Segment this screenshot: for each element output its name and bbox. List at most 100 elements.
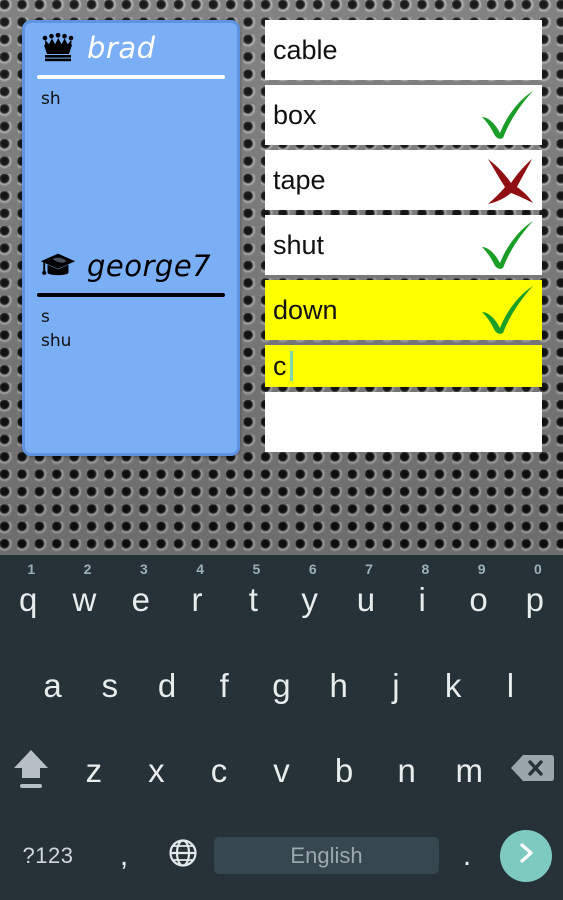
app-root: brad sh george7 s shu cable box tape shu…: [0, 0, 563, 900]
key-d[interactable]: d: [138, 643, 195, 728]
key-label: a: [43, 666, 62, 704]
key-c[interactable]: c: [188, 728, 251, 813]
word-input-row[interactable]: c: [265, 345, 542, 387]
symbols-label: ?123: [22, 842, 74, 868]
key-label: n: [397, 751, 416, 789]
guess-item: s: [41, 307, 50, 327]
keyboard-row-2: a s d f g h j k l: [0, 643, 563, 728]
shift-key[interactable]: [0, 728, 63, 813]
key-label: d: [157, 666, 177, 704]
key-i[interactable]: 8 i: [394, 557, 450, 643]
word-row[interactable]: box: [265, 85, 542, 145]
word-text: cable: [273, 34, 338, 65]
cross-icon: [476, 153, 538, 207]
word-text: shut: [273, 229, 325, 260]
key-j[interactable]: j: [367, 643, 424, 728]
key-label: i: [418, 581, 426, 618]
space-key[interactable]: English: [214, 837, 439, 874]
guess-item: shu: [41, 331, 72, 352]
player-header: george7: [35, 241, 227, 291]
key-e[interactable]: 3 e: [113, 557, 169, 643]
key-y[interactable]: 6 y: [281, 557, 337, 643]
word-row[interactable]: tape: [265, 150, 542, 210]
player-guesses: sh: [35, 79, 227, 111]
player-name: george7: [87, 249, 212, 283]
guess-item: sh: [41, 89, 61, 109]
word-row-highlighted[interactable]: down: [265, 280, 542, 340]
key-f[interactable]: f: [196, 643, 253, 728]
check-icon: [476, 283, 538, 337]
key-k[interactable]: k: [425, 643, 482, 728]
key-o[interactable]: 9 o: [450, 557, 506, 643]
key-n[interactable]: n: [375, 728, 438, 813]
key-w[interactable]: 2 w: [56, 557, 112, 643]
key-label: v: [273, 751, 290, 789]
key-r[interactable]: 4 r: [169, 557, 225, 643]
key-u[interactable]: 7 u: [338, 557, 394, 643]
word-text: box: [273, 99, 317, 130]
key-l[interactable]: l: [482, 643, 539, 728]
key-x[interactable]: x: [125, 728, 188, 813]
key-label: t: [248, 581, 258, 618]
key-label: s: [101, 666, 119, 704]
key-q[interactable]: 1 q: [0, 557, 56, 643]
key-label: w: [72, 581, 97, 618]
row-spacer: [0, 643, 24, 728]
key-a[interactable]: a: [24, 643, 81, 728]
key-p[interactable]: 0 p: [507, 557, 563, 643]
word-text: tape: [273, 164, 326, 195]
key-b[interactable]: b: [313, 728, 376, 813]
language-key[interactable]: [152, 838, 214, 873]
key-hint: 6: [308, 561, 317, 577]
key-label: z: [85, 751, 103, 789]
key-hint: 4: [196, 561, 205, 577]
word-row[interactable]: shut: [265, 215, 542, 275]
key-label: x: [148, 751, 165, 789]
period-key[interactable]: .: [439, 839, 495, 873]
word-row-empty[interactable]: [265, 392, 542, 452]
key-z[interactable]: z: [63, 728, 126, 813]
period-label: .: [462, 838, 472, 872]
graduation-cap-icon: [39, 249, 77, 283]
key-hint: 7: [365, 561, 373, 577]
check-icon: [476, 218, 538, 272]
key-hint: 5: [252, 561, 261, 577]
key-hint: 9: [477, 561, 486, 577]
enter-button[interactable]: [500, 829, 552, 882]
key-m[interactable]: m: [438, 728, 501, 813]
chevron-right-icon: [514, 840, 538, 871]
backspace-icon: [509, 751, 555, 790]
text-caret: [289, 351, 293, 381]
key-label: f: [219, 666, 229, 704]
key-t[interactable]: 5 t: [225, 557, 281, 643]
key-label: u: [356, 581, 376, 618]
key-g[interactable]: g: [253, 643, 310, 728]
key-hint: 0: [534, 561, 542, 577]
players-panel: brad sh george7 s shu: [22, 20, 240, 456]
player-header: brad: [35, 23, 227, 73]
word-text: down: [273, 294, 338, 325]
check-icon: [476, 88, 538, 142]
key-label: o: [469, 581, 488, 618]
comma-label: ,: [119, 838, 129, 872]
key-v[interactable]: v: [250, 728, 313, 813]
word-row[interactable]: cable: [265, 20, 542, 80]
player-guesses: s shu: [35, 297, 227, 353]
enter-key[interactable]: [495, 829, 557, 882]
key-hint: 2: [83, 561, 92, 577]
backspace-key[interactable]: [501, 728, 563, 813]
key-label: e: [131, 581, 150, 618]
symbols-key[interactable]: ?123: [0, 843, 96, 869]
player-block-leader: brad sh: [25, 23, 237, 241]
key-label: k: [444, 666, 462, 704]
key-h[interactable]: h: [310, 643, 367, 728]
key-label: b: [334, 751, 354, 789]
player-name: brad: [87, 31, 156, 65]
comma-key[interactable]: ,: [96, 839, 152, 873]
key-label: l: [506, 666, 515, 704]
onscreen-keyboard: 1 q 2 w 3 e 4 r 5 t 6 y 7 u 8 i 9 o 0 p …: [0, 555, 563, 900]
key-s[interactable]: s: [81, 643, 138, 728]
word-list: cable box tape shut down c: [265, 20, 542, 457]
key-label: m: [455, 751, 483, 789]
key-label: q: [18, 581, 38, 618]
